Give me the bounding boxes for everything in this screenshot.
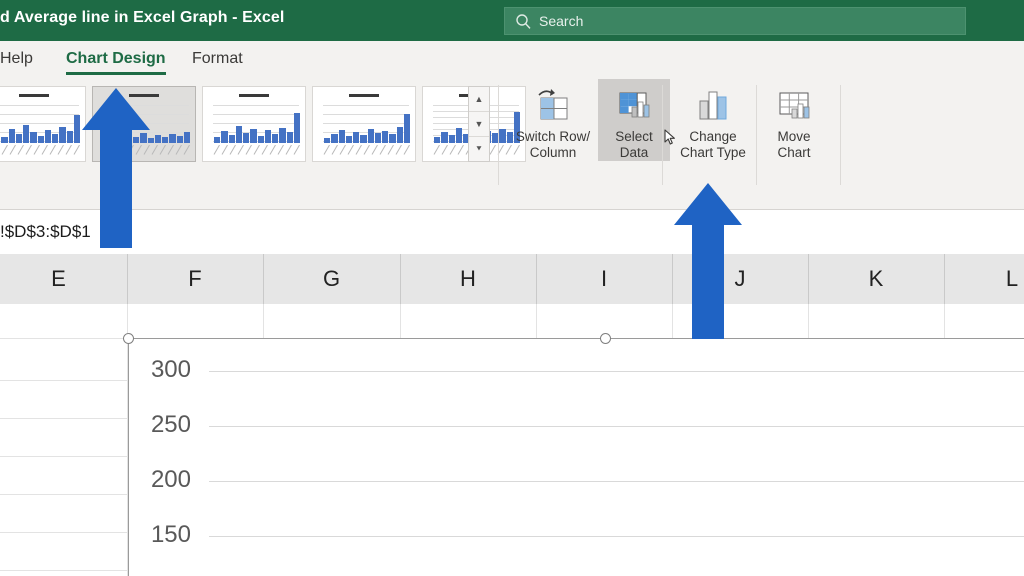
thumbnail-bars	[214, 107, 300, 143]
y-axis-tick-label: 300	[129, 356, 191, 384]
move-chart-button[interactable]: Move Chart	[758, 79, 830, 161]
chart-object[interactable]: 300 250 200 150	[128, 338, 1024, 576]
change-chart-type-button[interactable]: Change Chart Type	[672, 79, 754, 161]
change-chart-type-label: Change Chart Type	[680, 129, 746, 161]
ribbon-separator	[662, 85, 663, 185]
column-header-I[interactable]: I	[536, 254, 673, 304]
column-header-label: E	[51, 266, 66, 292]
column-header-label: H	[460, 266, 476, 292]
thumbnail-axis-labels	[323, 145, 410, 157]
formula-bar[interactable]: !$D$3:$D$1	[0, 210, 1024, 255]
chart-style-thumbnail[interactable]	[312, 86, 416, 162]
switch-row-column-label: Switch Row/ Column	[516, 129, 590, 161]
switch-row-column-icon	[531, 85, 575, 125]
column-header-label: L	[1006, 266, 1018, 292]
move-chart-label: Move Chart	[777, 129, 810, 161]
switch-row-column-button[interactable]: Switch Row/ Column	[512, 79, 594, 161]
active-tab-underline	[66, 72, 166, 75]
search-input[interactable]: Search	[504, 7, 966, 35]
tab-format[interactable]: Format	[192, 41, 243, 77]
thumbnail-axis-labels	[213, 145, 300, 157]
ribbon-tab-strip: Help Chart Design Format	[0, 41, 1024, 78]
chart-plot-area: 300 250 200 150	[209, 353, 1024, 576]
select-data-label: Select Data	[615, 129, 653, 161]
title-bar: d Average line in Excel Graph - Excel Se…	[0, 0, 1024, 41]
column-header-row: E F G H I J K L	[0, 254, 1024, 305]
gallery-more-icon[interactable]: ⯆	[469, 137, 489, 161]
chart-resize-handle-top-center[interactable]	[600, 333, 611, 344]
column-header-E[interactable]: E	[0, 254, 128, 304]
window-title: d Average line in Excel Graph - Excel	[0, 9, 284, 27]
chart-style-thumbnail[interactable]	[0, 86, 86, 162]
column-header-F[interactable]: F	[127, 254, 264, 304]
thumbnail-title-bar	[349, 94, 379, 97]
column-header-label: K	[869, 266, 884, 292]
gallery-scroll-buttons[interactable]: ▲ ▼ ⯆	[468, 86, 490, 162]
ribbon-separator	[756, 85, 757, 185]
search-placeholder: Search	[539, 13, 583, 29]
chart-gridline	[209, 371, 1024, 372]
gallery-scroll-down-icon[interactable]: ▼	[469, 112, 489, 137]
y-axis-tick-label: 250	[129, 411, 191, 439]
column-header-H[interactable]: H	[400, 254, 537, 304]
column-header-L[interactable]: L	[944, 254, 1024, 304]
thumbnail-bars	[324, 107, 410, 143]
gallery-scroll-up-icon[interactable]: ▲	[469, 87, 489, 112]
thumbnail-title-bar	[19, 94, 49, 97]
column-header-G[interactable]: G	[263, 254, 401, 304]
y-axis-tick-label: 150	[129, 521, 191, 549]
mouse-cursor-icon	[664, 129, 676, 145]
arrow-change-chart-type	[672, 183, 744, 339]
arrow-chart-design	[80, 88, 152, 248]
tab-help-label: Help	[0, 50, 33, 68]
chart-gridline	[209, 426, 1024, 427]
column-header-label: G	[323, 266, 340, 292]
column-header-label: F	[188, 266, 201, 292]
column-header-K[interactable]: K	[808, 254, 945, 304]
select-data-icon	[612, 85, 656, 125]
change-chart-type-icon	[691, 85, 735, 125]
move-chart-icon	[772, 85, 816, 125]
ribbon-separator	[840, 85, 841, 185]
tab-chart-design-label: Chart Design	[66, 50, 166, 68]
chart-gridline	[209, 481, 1024, 482]
thumbnail-bars	[0, 107, 80, 143]
tab-format-label: Format	[192, 50, 243, 68]
y-axis-tick-label: 200	[129, 466, 191, 494]
formula-bar-value: !$D$3:$D$1	[0, 222, 91, 242]
chart-style-thumbnail[interactable]	[202, 86, 306, 162]
thumbnail-axis-labels	[0, 145, 80, 157]
excel-window: d Average line in Excel Graph - Excel Se…	[0, 0, 1024, 576]
chart-gridline	[209, 536, 1024, 537]
search-icon	[513, 11, 533, 31]
chart-styles-gallery[interactable]	[0, 86, 526, 160]
tab-help[interactable]: Help	[0, 41, 33, 77]
column-header-label: I	[601, 266, 607, 292]
ribbon-separator	[498, 85, 499, 185]
tab-chart-design[interactable]: Chart Design	[66, 41, 166, 77]
chart-resize-handle-top-left[interactable]	[123, 333, 134, 344]
ribbon: ▲ ▼ ⯆ t Styles Switch Row/ Column	[0, 77, 1024, 210]
thumbnail-title-bar	[239, 94, 269, 97]
select-data-button[interactable]: Select Data	[598, 79, 670, 161]
